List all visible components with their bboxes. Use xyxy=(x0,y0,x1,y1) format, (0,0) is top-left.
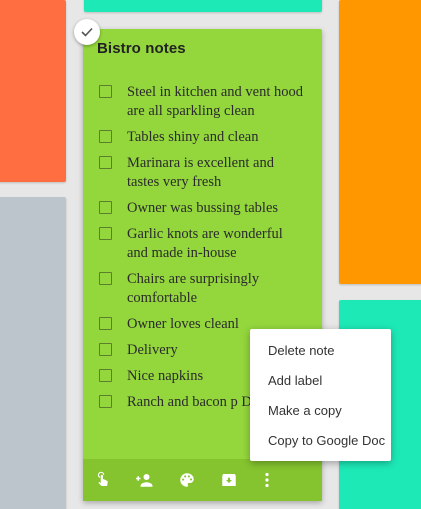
neighbor-note-teal-top[interactable] xyxy=(84,0,322,12)
checkbox[interactable] xyxy=(99,156,112,169)
menu-item-copy-to-google-doc[interactable]: Copy to Google Doc xyxy=(250,426,391,456)
checkbox[interactable] xyxy=(99,130,112,143)
archive-icon[interactable] xyxy=(217,468,241,492)
checklist-item-text[interactable]: Owner was bussing tables xyxy=(127,199,303,218)
checklist-item-text[interactable]: Garlic knots are wonderful and made in-h… xyxy=(127,225,303,263)
checkbox[interactable] xyxy=(99,395,112,408)
checkbox[interactable] xyxy=(99,272,112,285)
checklist-item[interactable]: Owner was bussing tables xyxy=(99,199,319,218)
menu-item-delete-note[interactable]: Delete note xyxy=(250,336,391,366)
checkbox[interactable] xyxy=(99,343,112,356)
checklist-item[interactable]: Tables shiny and clean xyxy=(99,128,319,147)
note-context-menu: Delete note Add label Make a copy Copy t… xyxy=(250,329,391,461)
checklist-item-text[interactable]: Chairs are surprisingly comfortable xyxy=(127,270,303,308)
keep-board: Bistro notes Steel in kitchen and vent h… xyxy=(0,0,421,509)
checklist-item[interactable]: Chairs are surprisingly comfortable xyxy=(99,270,319,308)
neighbor-note-orange-left[interactable] xyxy=(0,0,66,182)
note-toolbar xyxy=(83,459,322,501)
menu-item-add-label[interactable]: Add label xyxy=(250,366,391,396)
add-collaborator-icon[interactable] xyxy=(133,468,157,492)
menu-item-make-copy[interactable]: Make a copy xyxy=(250,396,391,426)
checklist-item-text[interactable]: Tables shiny and clean xyxy=(127,128,303,147)
checklist-item[interactable]: Steel in kitchen and vent hood are all s… xyxy=(99,83,319,121)
checklist-item-text[interactable]: Marinara is excellent and tastes very fr… xyxy=(127,154,303,192)
neighbor-note-gray-left[interactable] xyxy=(0,197,66,509)
touch-reminder-icon[interactable] xyxy=(91,468,115,492)
checkbox[interactable] xyxy=(99,85,112,98)
checklist-item[interactable]: Garlic knots are wonderful and made in-h… xyxy=(99,225,319,263)
checkbox[interactable] xyxy=(99,317,112,330)
neighbor-note-orange-right[interactable] xyxy=(339,0,421,284)
checklist-item[interactable]: Marinara is excellent and tastes very fr… xyxy=(99,154,319,192)
checklist-item-text[interactable]: Steel in kitchen and vent hood are all s… xyxy=(127,83,303,121)
palette-icon[interactable] xyxy=(175,468,199,492)
checkbox[interactable] xyxy=(99,369,112,382)
note-title[interactable]: Bistro notes xyxy=(97,40,186,57)
checkbox[interactable] xyxy=(99,201,112,214)
more-vert-icon[interactable] xyxy=(255,468,279,492)
checkbox[interactable] xyxy=(99,227,112,240)
